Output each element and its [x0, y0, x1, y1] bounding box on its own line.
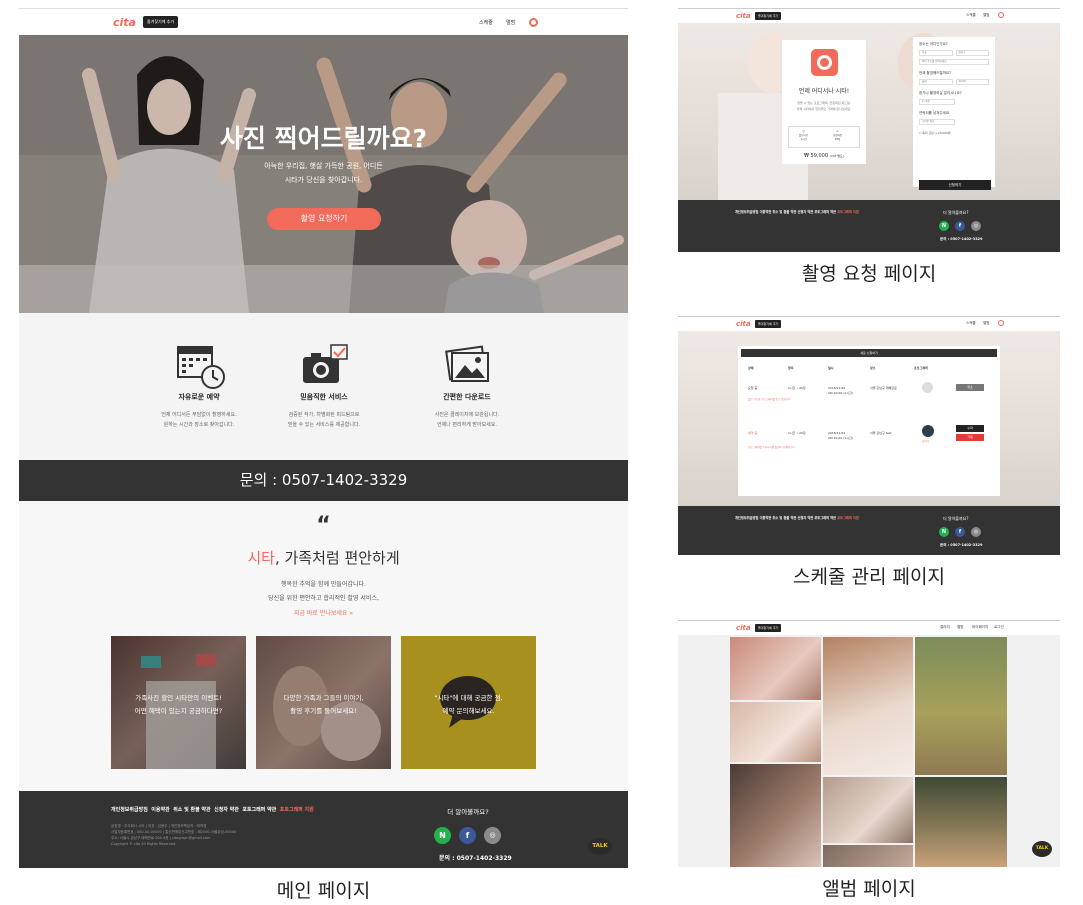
avatar — [922, 382, 933, 393]
footer-phone: 문의 : 0507-1402-3329 — [439, 855, 512, 862]
naver-icon[interactable]: N — [434, 827, 451, 844]
booking-background-photo — [678, 23, 1060, 200]
naver-icon[interactable]: N — [939, 221, 949, 231]
cita-logo[interactable]: cita — [113, 16, 136, 29]
contact-bar: 문의 : 0507-1402-3329 — [19, 460, 628, 501]
instagram-icon[interactable]: ◎ — [971, 527, 981, 537]
feature-download: 간편한 다운로드 사진은 클레이지에 보관됩니다. 언제나 편리하게 받아보세요. — [397, 343, 537, 430]
main-page-screenshot: cita 즐겨찾기에 추가 스케줄 앨범 사진 찍어드릴까요? 아늑한 우리집,… — [19, 8, 628, 868]
feature-reservation: 자유로운 예약 언제 어디서든 부담없이 촬영하세요. 원하는 시간과 장소로 찾… — [129, 343, 269, 430]
booking-footer: 개인정보취급방침 이용약관 취소 및 환불 약관 신청자 약관 포토그래퍼 약관… — [678, 200, 1060, 252]
cita-a-icon[interactable] — [998, 320, 1004, 326]
facebook-icon[interactable]: f — [955, 221, 965, 231]
calendar-clock-icon — [176, 343, 225, 389]
album-photo[interactable] — [730, 764, 821, 867]
footer-more-title: 더 알아볼까요? — [447, 808, 489, 816]
favorite-button[interactable]: 즐겨찾기에 추가 — [755, 624, 782, 632]
hero-title: 사진 찍어드릴까요? — [219, 124, 428, 153]
avatar — [922, 425, 934, 437]
favorite-button[interactable]: 즐겨찾기에 추가 — [755, 320, 782, 328]
schedule-footer: 개인정보취급방침 이용약관 취소 및 환불 약관 신청자 약관 포토그래퍼 약관… — [678, 506, 1060, 555]
price: ₩ 59,000 (VAT 별도) — [804, 153, 844, 159]
tile-reviews[interactable]: 다양한 가족과 그들의 이야기, 촬영 후기를 둘어보세요! — [256, 636, 391, 769]
reject-button[interactable]: 거절 — [956, 434, 984, 441]
cita-app-icon — [811, 49, 838, 76]
meet-now-link[interactable]: 지금 바로 만나보세요 » — [19, 608, 628, 617]
album-page-caption: 앨범 페이지 — [822, 878, 916, 900]
album-photo[interactable] — [823, 845, 913, 867]
agree-checkbox[interactable]: ☐ 동의 요청 (+20,000원) — [919, 131, 989, 135]
submit-button[interactable]: 신청하기 — [919, 180, 991, 190]
new-request-header[interactable]: 새로 신청하기 — [741, 349, 997, 357]
main-page-caption: 메인 페이지 — [276, 880, 371, 902]
main-header: cita 즐겨찾기에 추가 스케줄 앨범 — [19, 8, 628, 35]
tile-event[interactable]: 가족사진 할인 시타만의 이벤트! 어떤 혜택이 있는지 궁금하다면? — [111, 636, 246, 769]
facebook-icon[interactable]: f — [459, 827, 476, 844]
schedule-card: 새로 신청하기 상태 항목 일시 장소 포토그래퍼 요청 중 1시간 • 20장… — [738, 346, 1000, 496]
album-header: cita 즐겨찾기에 추가 갤러리 앨범 마이페이지 로그인 — [678, 620, 1060, 635]
cita-a-icon[interactable] — [529, 18, 538, 27]
naver-icon[interactable]: N — [939, 527, 949, 537]
time-select[interactable]: 10:00 — [955, 79, 989, 85]
booking-page-screenshot: cita 즐겨찾기에 추가 스케줄 앨범 언제 어디서나 시타! 믿을 수 있는… — [678, 8, 1060, 252]
nav-album[interactable]: 앨범 — [506, 19, 515, 26]
main-footer: 개인정보취급방침 이용약관 취소 및 환불 약관 신청자 약관 포토그래퍼 약관… — [19, 791, 628, 868]
footer-company-info: 상호명 : 주식회사 시타 | 대표 : 김용우 | 개인정보책임자 : 최하영… — [111, 824, 237, 846]
booking-info-card: 언제 어디서나 시타! 믿을 수 있는 포토그래퍼, 전문화된 피드팀. 언제 시… — [782, 40, 866, 164]
feature-service: 믿음직한 서비스 검증된 작가, 차별화된 피드팀으로 믿을 수 있는 서비스를 … — [254, 343, 394, 430]
booking-page-caption: 촬영 요청 페이지 — [801, 263, 937, 285]
camera-check-icon — [301, 343, 348, 387]
favorite-button[interactable]: 즐겨찾기에 추가 — [143, 16, 179, 28]
cancel-button[interactable]: 취소 — [956, 384, 984, 391]
request-shoot-button[interactable]: 촬영 요청하기 — [267, 208, 381, 230]
cita-a-icon[interactable] — [998, 12, 1004, 18]
photo-icon: ▭ 보정사진 20장 — [833, 130, 843, 141]
schedule-header: cita 즐겨찾기에 추가 스케줄 앨범 — [678, 316, 1060, 331]
quote-desc: 행복한 추억을 함께 만들어갑니다. 당신을 위한 편안하고 합리적인 촬영 서비… — [268, 581, 379, 602]
album-photo[interactable] — [915, 637, 1007, 775]
hero-subtitle: 아늑한 우리집, 햇살 가득한 공원, 어디든 시타가 당신을 찾아갑니다. — [264, 162, 383, 184]
quote-mark: “ — [316, 513, 331, 538]
quote-section: “ 시타, 가족처럼 편안하게 행복한 추억을 함께 만들어갑니다. 당신을 위한… — [19, 501, 628, 791]
footer-links: 개인정보취급방침 이용약관 취소 및 환불 약관 신청자 약관 포토그래퍼 약관… — [111, 807, 314, 813]
city-select[interactable]: 서울 — [919, 50, 953, 56]
date-input[interactable]: 날짜 — [919, 79, 953, 85]
schedule-page-caption: 스케줄 관리 페이지 — [793, 566, 945, 588]
booking-header: cita 즐겨찾기에 추가 스케줄 앨범 — [678, 8, 1060, 23]
people-select[interactable]: 2~4명 — [919, 99, 955, 105]
cita-logo[interactable]: cita — [736, 12, 751, 20]
album-photo[interactable] — [915, 777, 1007, 867]
nav-schedule[interactable]: 스케줄 — [479, 19, 493, 26]
quote-title: 시타, 가족처럼 편안하게 — [247, 549, 400, 567]
address-input[interactable]: 세부 주소를 입력하세요 — [919, 59, 989, 65]
album-photo[interactable] — [730, 637, 821, 700]
instagram-icon[interactable]: ◎ — [971, 221, 981, 231]
album-page-screenshot: cita 즐겨찾기에 추가 갤러리 앨범 마이페이지 로그인 TALK — [678, 620, 1060, 867]
phone-input[interactable]: 휴대폰 번호 — [919, 119, 955, 125]
accept-button[interactable]: 수락 — [956, 425, 984, 432]
album-photo[interactable] — [823, 777, 913, 843]
tile-kakao-inquiry[interactable]: "시타"에 대해 궁금한 점, 예약 문의해보세요. — [401, 636, 536, 769]
booking-form: 장소는 어디인가요? 서울 강남구 세부 주소를 입력하세요 언제 촬영해드릴까… — [913, 37, 995, 190]
photos-icon — [444, 343, 490, 387]
hero-section: 사진 찍어드릴까요? 아늑한 우리집, 햇살 가득한 공원, 어디든 시타가 당… — [19, 35, 628, 313]
clock-icon: ◷ 촬영시간 1시간 — [799, 130, 809, 141]
schedule-page-screenshot: cita 즐겨찾기에 추가 스케줄 앨범 새로 신청하기 상태 항목 일시 장소… — [678, 316, 1060, 555]
cita-logo[interactable]: cita — [736, 320, 751, 328]
album-photo[interactable] — [823, 637, 913, 775]
album-photo[interactable] — [730, 702, 821, 762]
district-select[interactable]: 강남구 — [955, 50, 989, 56]
instagram-icon[interactable]: ◎ — [484, 827, 501, 844]
kakao-talk-button[interactable]: TALK — [588, 838, 612, 855]
favorite-button[interactable]: 즐겨찾기에 추가 — [755, 12, 782, 20]
kakao-talk-button[interactable]: TALK — [1032, 841, 1052, 857]
facebook-icon[interactable]: f — [955, 527, 965, 537]
cita-logo[interactable]: cita — [736, 624, 751, 632]
features-section: 자유로운 예약 언제 어디서든 부담없이 촬영하세요. 원하는 시간과 장소로 찾… — [19, 313, 628, 460]
